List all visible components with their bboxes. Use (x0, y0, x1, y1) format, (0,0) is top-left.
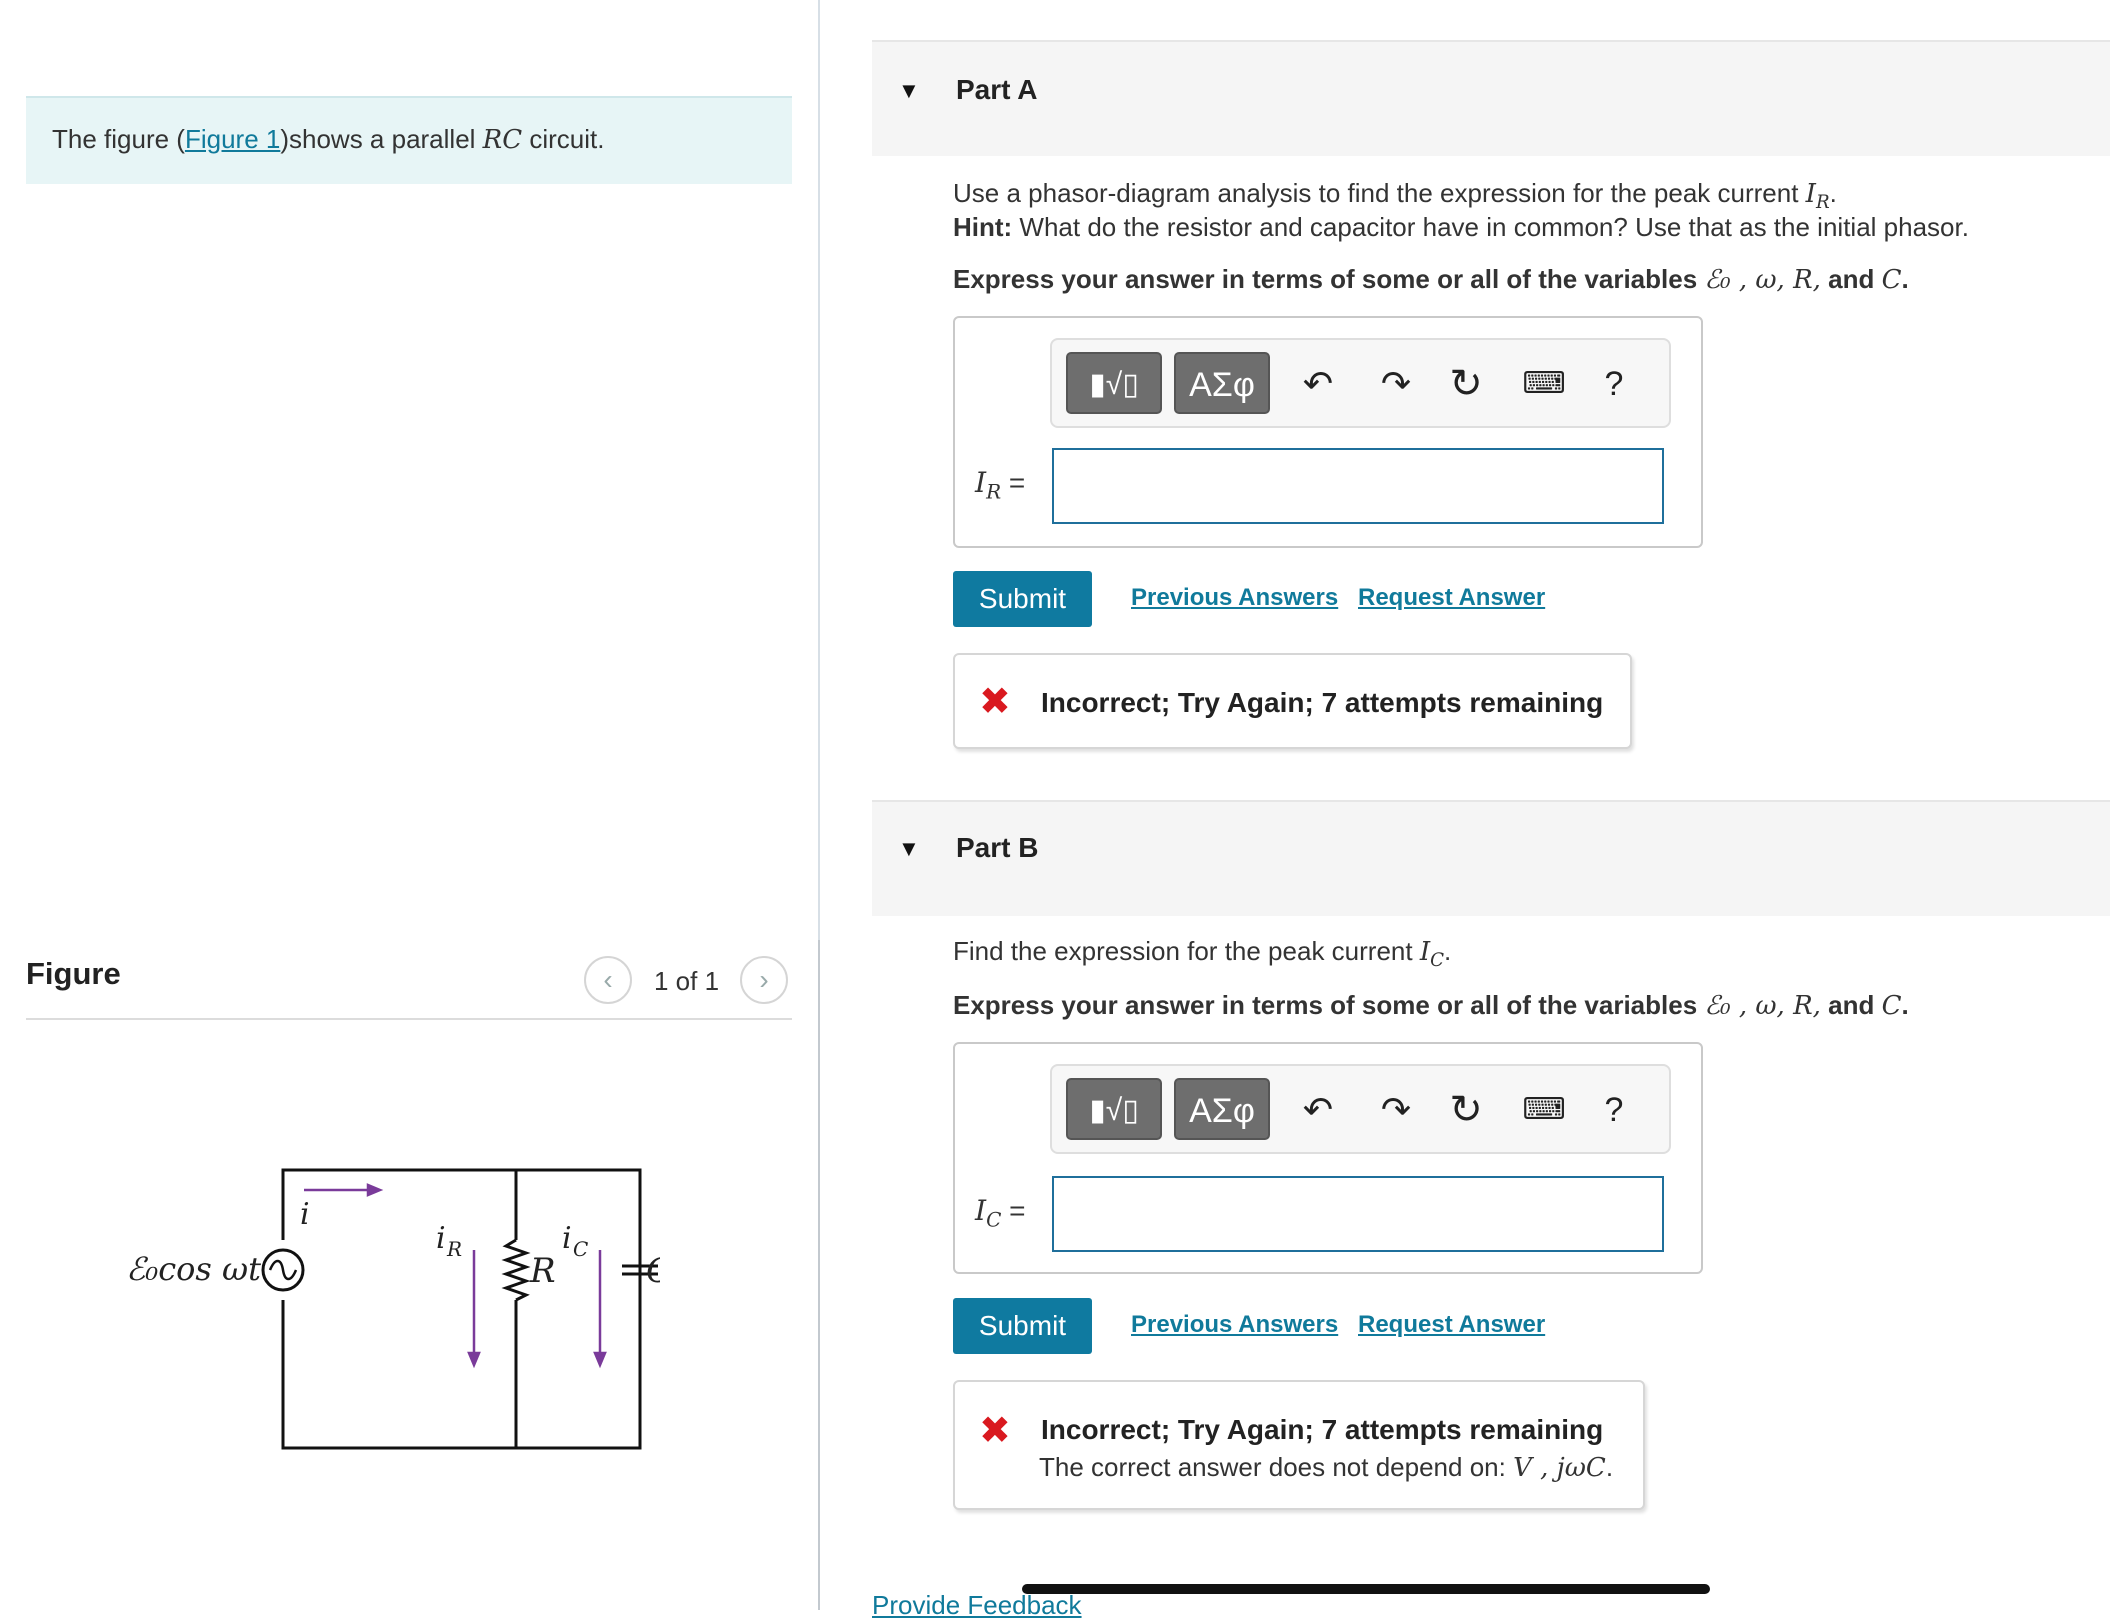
error-x-icon: ✖ (979, 1410, 1011, 1452)
part-b-submit-button[interactable]: Submit (953, 1298, 1092, 1354)
part-b-feedback: ✖ Incorrect; Try Again; 7 attempts remai… (953, 1380, 1645, 1510)
part-a-title: Part A (956, 74, 1038, 105)
part-b-answer-input[interactable] (1052, 1176, 1664, 1252)
help-button[interactable]: ? (1584, 354, 1644, 414)
part-a-math-toolbar: ▮√▯ ΑΣφ ↶ ↷ ↻ ⌨ ? (1050, 338, 1671, 428)
undo-icon[interactable]: ↶ (1288, 354, 1348, 414)
hint-label: Hint: (953, 212, 1013, 242)
express-and: and (1820, 990, 1882, 1020)
symbols-button[interactable]: ΑΣφ (1174, 352, 1270, 414)
part-b-question: Find the expression for the peak current… (953, 936, 1452, 972)
express-last-var: C (1881, 265, 1902, 295)
part-a-feedback-title: Incorrect; Try Again; 7 attempts remaini… (1041, 687, 1604, 718)
keyboard-icon[interactable]: ⌨ (1514, 1080, 1574, 1140)
current-iC-sub: C (573, 1237, 588, 1261)
part-a-feedback: ✖ Incorrect; Try Again; 7 attempts remai… (953, 653, 1632, 749)
intro-prefix: The figure ( (52, 124, 185, 154)
part-a-question: Use a phasor-diagram analysis to find th… (953, 178, 1837, 214)
part-a-question-text: Use a phasor-diagram analysis to find th… (953, 178, 1806, 208)
current-iC-label: i (562, 1221, 572, 1256)
templates-button[interactable]: ▮√▯ (1066, 352, 1162, 414)
intro-suffix: )shows a parallel (280, 124, 483, 154)
part-a-submit-button[interactable]: Submit (953, 571, 1092, 627)
horizontal-scrollbar[interactable] (1022, 1584, 1710, 1594)
part-b-question-var: IC (1419, 937, 1445, 972)
pane-divider-lower (818, 940, 820, 1610)
express-text: Express your answer in terms of some or … (953, 264, 1705, 294)
current-i-arrowhead (366, 1183, 384, 1197)
part-b-title: Part B (956, 832, 1039, 863)
resistor-label: R (529, 1251, 556, 1291)
help-button[interactable]: ? (1584, 1080, 1644, 1140)
current-iR-label: i (436, 1221, 446, 1256)
rc-circuit-diagram: ℰ₀cos ωt i i R i C R C (126, 1168, 660, 1450)
part-a-request-answer-link[interactable]: Request Answer (1358, 584, 1545, 612)
templates-button[interactable]: ▮√▯ (1066, 1078, 1162, 1140)
circuit-wire-outer (281, 1168, 642, 1450)
chevron-left-icon: ‹ (603, 964, 613, 995)
express-and: and (1820, 264, 1882, 294)
reset-icon[interactable]: ↻ (1436, 1080, 1496, 1140)
current-i-label: i (300, 1197, 310, 1232)
express-vars: ℰ₀ , ω, R, (1704, 265, 1821, 295)
error-x-icon: ✖ (979, 681, 1011, 723)
collapse-triangle-icon[interactable]: ▼ (898, 78, 920, 104)
part-a-answer-input[interactable] (1052, 448, 1664, 524)
part-b-express: Express your answer in terms of some or … (953, 990, 1909, 1021)
symbols-button[interactable]: ΑΣφ (1174, 1078, 1270, 1140)
provide-feedback-link[interactable]: Provide Feedback (872, 1590, 1082, 1621)
undo-icon[interactable]: ↶ (1288, 1080, 1348, 1140)
figure-link[interactable]: Figure 1 (185, 124, 280, 154)
capacitor-label: C (646, 1251, 660, 1291)
part-b-header[interactable]: ▼ Part B (872, 800, 2110, 916)
source-label: ℰ₀cos ωt (126, 1250, 261, 1288)
part-b-field-label: IC = (975, 1194, 1026, 1232)
part-a-header[interactable]: ▼ Part A (872, 40, 2110, 156)
part-b-math-toolbar: ▮√▯ ΑΣφ ↶ ↷ ↻ ⌨ ? (1050, 1064, 1671, 1154)
resistor-symbol (501, 1238, 531, 1302)
problem-intro-text: The figure (Figure 1)shows a parallel RC… (52, 124, 604, 155)
current-iR-arrowhead (467, 1351, 481, 1369)
express-last-var: C (1881, 991, 1902, 1021)
collapse-triangle-icon[interactable]: ▼ (898, 836, 920, 862)
figure-pager: 1 of 1 (654, 966, 720, 996)
reset-icon[interactable]: ↻ (1436, 354, 1496, 414)
prev-figure-button[interactable]: ‹ (584, 956, 632, 1004)
part-b-request-answer-link[interactable]: Request Answer (1358, 1311, 1545, 1339)
figure-title: Figure (26, 956, 121, 991)
part-b-feedback-detail: The correct answer does not depend on: V… (1039, 1452, 1614, 1483)
part-b-previous-answers-link[interactable]: Previous Answers (1131, 1311, 1338, 1339)
intro-end: circuit. (522, 124, 605, 154)
current-iC-arrowhead (593, 1351, 607, 1369)
express-vars: ℰ₀ , ω, R, (1704, 991, 1821, 1021)
next-figure-button[interactable]: › (740, 956, 788, 1004)
redo-icon[interactable]: ↷ (1366, 1080, 1426, 1140)
intro-rc: RC (482, 125, 523, 155)
part-a-field-label: IR = (975, 466, 1026, 504)
redo-icon[interactable]: ↷ (1366, 354, 1426, 414)
part-b-question-text: Find the expression for the peak current (953, 936, 1420, 966)
part-a-express: Express your answer in terms of some or … (953, 264, 1909, 295)
figure-divider (26, 1018, 792, 1020)
express-text: Express your answer in terms of some or … (953, 990, 1705, 1020)
part-a-previous-answers-link[interactable]: Previous Answers (1131, 584, 1338, 612)
part-b-feedback-title: Incorrect; Try Again; 7 attempts remaini… (1041, 1414, 1604, 1445)
chevron-right-icon: › (759, 964, 769, 995)
current-iR-sub: R (446, 1237, 462, 1261)
keyboard-icon[interactable]: ⌨ (1514, 354, 1574, 414)
part-a-hint: Hint: What do the resistor and capacitor… (953, 212, 1969, 243)
hint-text: What do the resistor and capacitor have … (1012, 212, 1969, 242)
part-a-question-var: IR (1805, 179, 1830, 214)
